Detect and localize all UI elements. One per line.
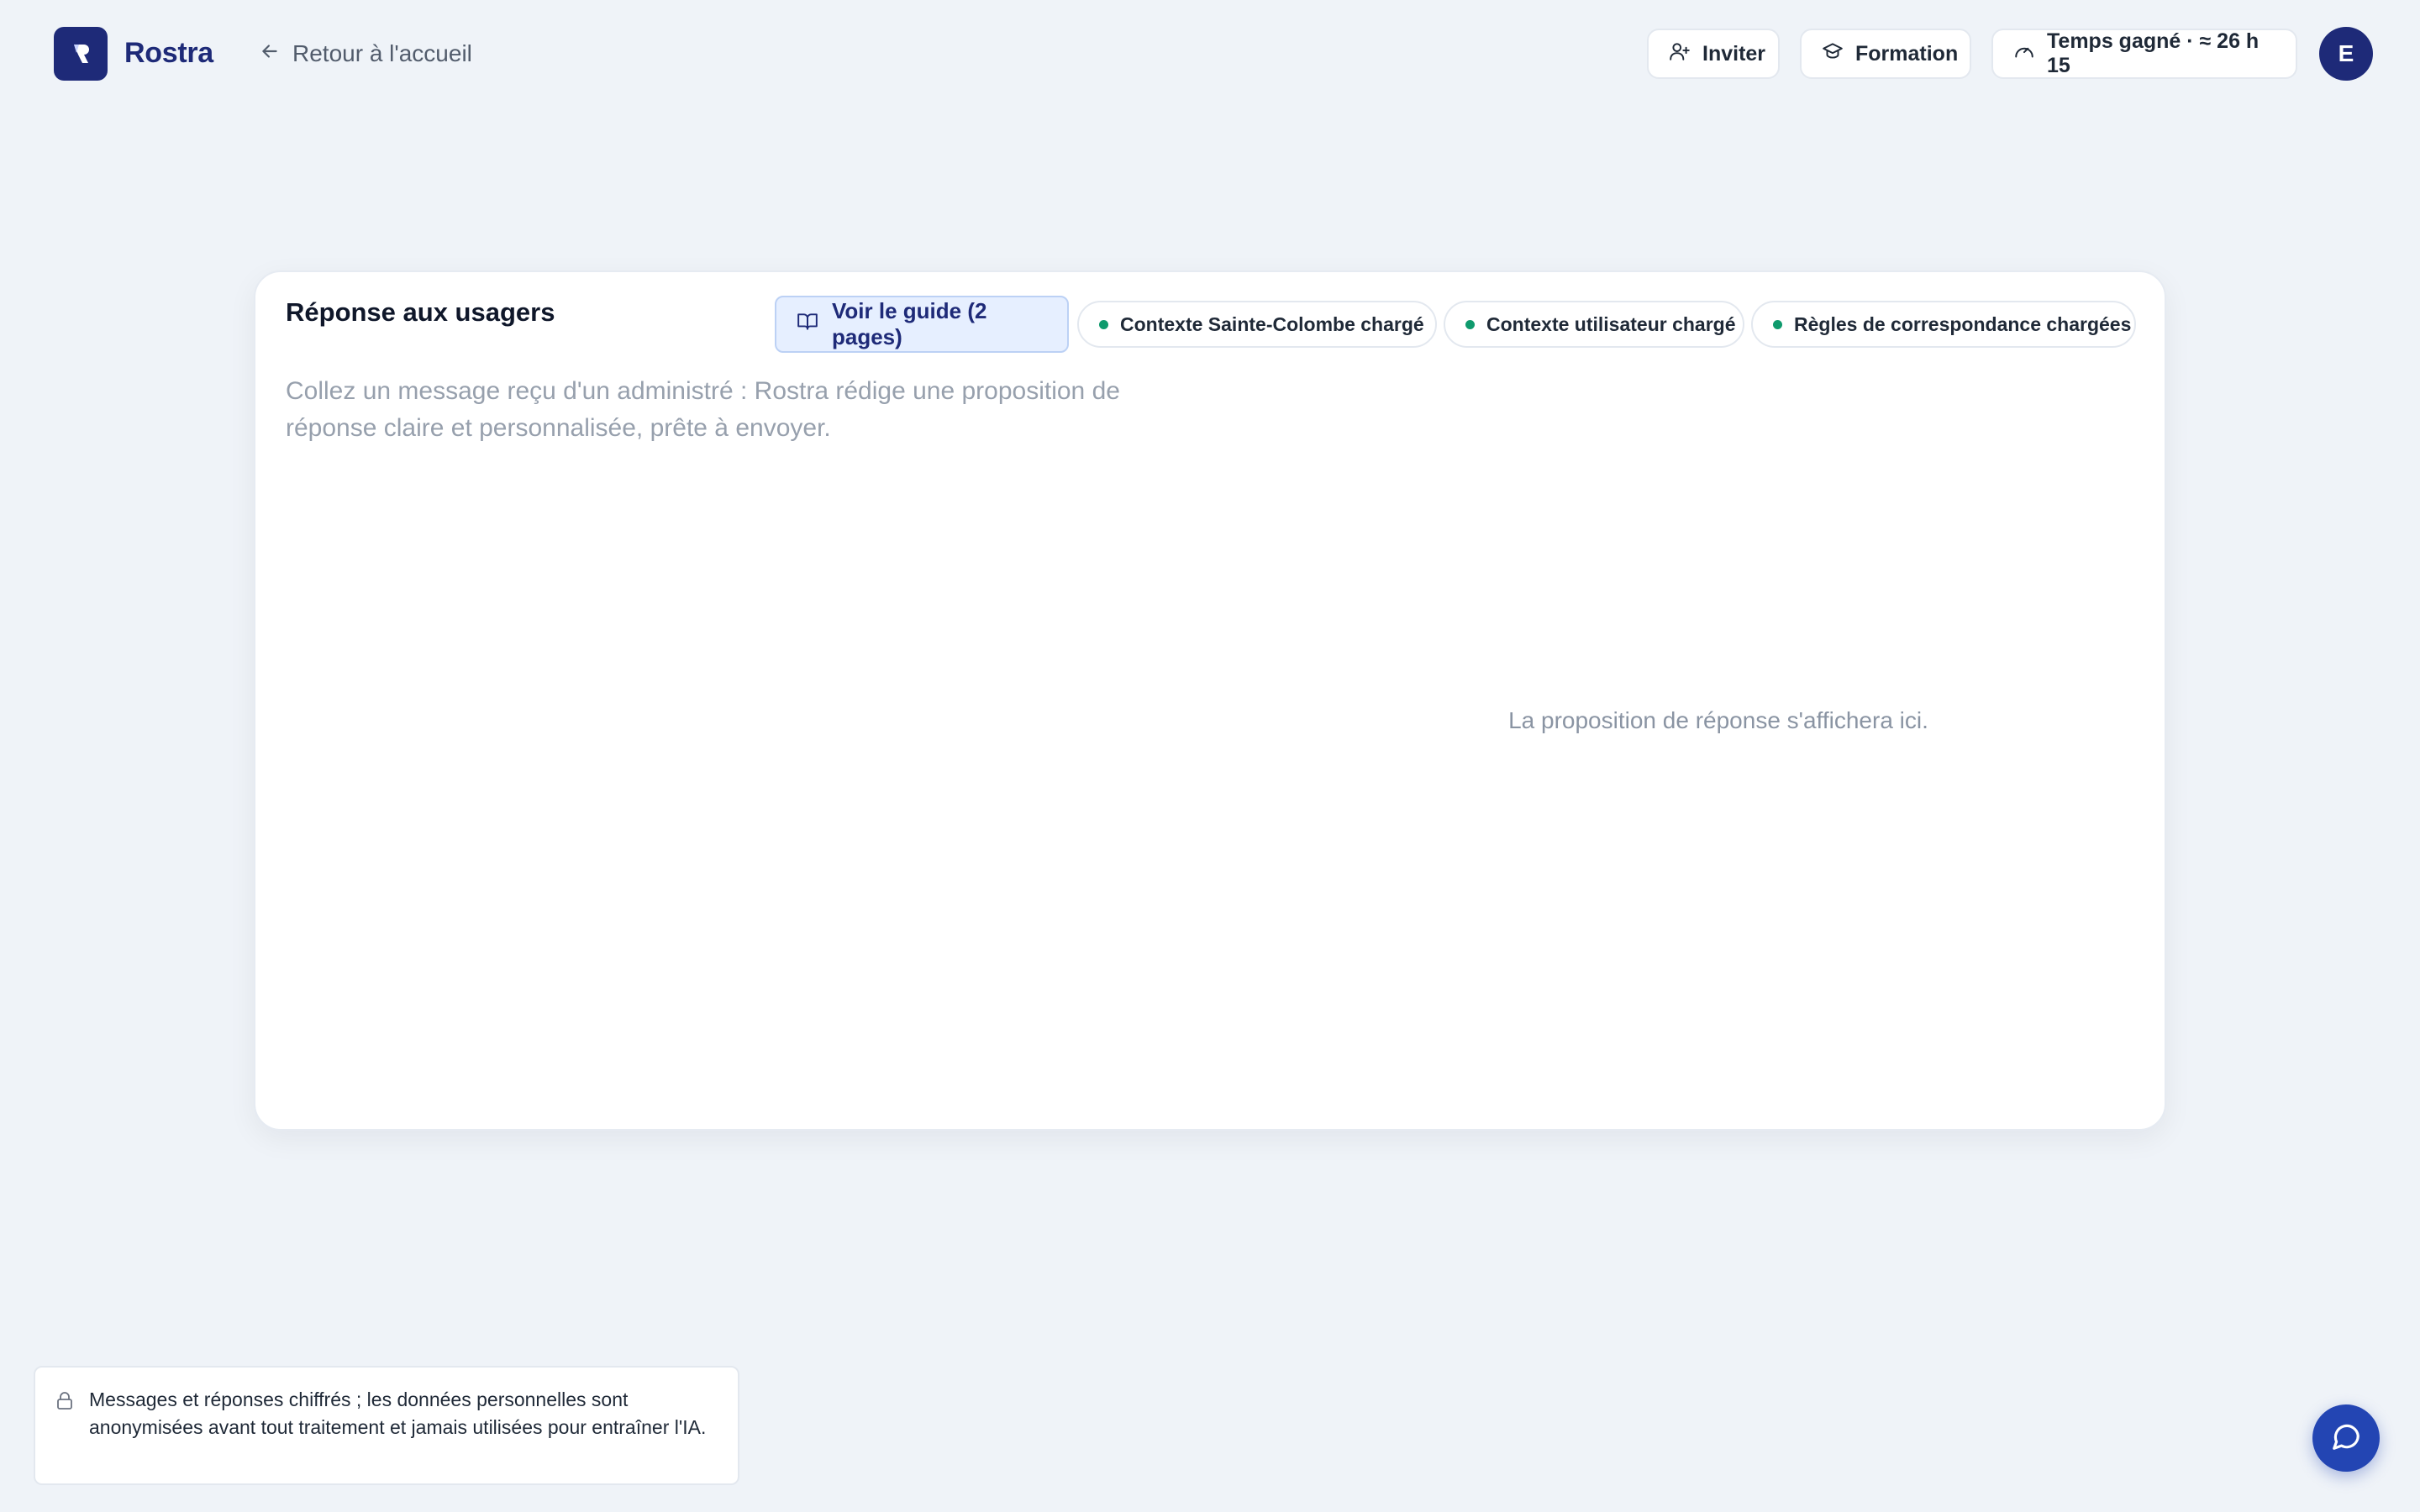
card-title: Réponse aux usagers bbox=[286, 297, 555, 327]
time-saved-label: Temps gagné · ≈ 26 h 15 bbox=[2047, 29, 2260, 77]
graduation-cap-icon bbox=[1822, 40, 1844, 68]
status-pill-user-context: Contexte utilisateur chargé bbox=[1444, 301, 1744, 348]
time-saved-button[interactable]: Temps gagné · ≈ 26 h 15 bbox=[1991, 29, 2297, 79]
training-button[interactable]: Formation bbox=[1800, 29, 1971, 79]
message-input[interactable] bbox=[286, 373, 1160, 1095]
privacy-notice-text: Messages et réponses chiffrés ; les donn… bbox=[89, 1389, 707, 1438]
chat-button[interactable] bbox=[2312, 1404, 2380, 1472]
view-guide-label: Voir le guide (2 pages) bbox=[832, 298, 987, 349]
back-to-home-link[interactable]: Retour à l'accueil bbox=[259, 37, 472, 71]
user-plus-icon bbox=[1669, 40, 1691, 68]
view-guide-button[interactable]: Voir le guide (2 pages) bbox=[775, 296, 1069, 353]
lock-icon bbox=[55, 1391, 74, 1415]
rostra-logo-icon[interactable] bbox=[54, 27, 108, 81]
top-bar: Rostra Retour à l'accueil Inviter Format… bbox=[0, 0, 2420, 108]
invite-label: Inviter bbox=[1702, 41, 1766, 66]
response-output-placeholder: La proposition de réponse s'affichera ic… bbox=[1508, 707, 1928, 733]
status-dot bbox=[1465, 319, 1475, 329]
status-pill-label: Contexte Sainte-Colombe chargé bbox=[1120, 312, 1424, 335]
user-avatar[interactable]: E bbox=[2319, 27, 2373, 81]
status-pill-label: Contexte utilisateur chargé bbox=[1486, 312, 1736, 335]
status-pill-label: Règles de correspondance chargées bbox=[1794, 312, 2132, 335]
message-circle-icon bbox=[2330, 1420, 2362, 1457]
back-link-label: Retour à l'accueil bbox=[292, 40, 472, 66]
status-dot bbox=[1099, 319, 1108, 329]
invite-button[interactable]: Inviter bbox=[1647, 29, 1780, 79]
gauge-icon bbox=[2013, 40, 2035, 68]
training-label: Formation bbox=[1855, 41, 1959, 66]
privacy-notice: Messages et réponses chiffrés ; les donn… bbox=[34, 1366, 739, 1485]
book-open-icon bbox=[797, 311, 818, 339]
status-pill-correspondence-rules: Règles de correspondance chargées bbox=[1751, 301, 2136, 348]
status-dot bbox=[1773, 319, 1782, 329]
user-response-card: Réponse aux usagers Voir le guide (2 pag… bbox=[254, 270, 2166, 1131]
status-pill-sainte-colombe: Contexte Sainte-Colombe chargé bbox=[1077, 301, 1437, 348]
brand-name[interactable]: Rostra bbox=[124, 37, 213, 70]
arrow-left-icon bbox=[259, 40, 281, 68]
